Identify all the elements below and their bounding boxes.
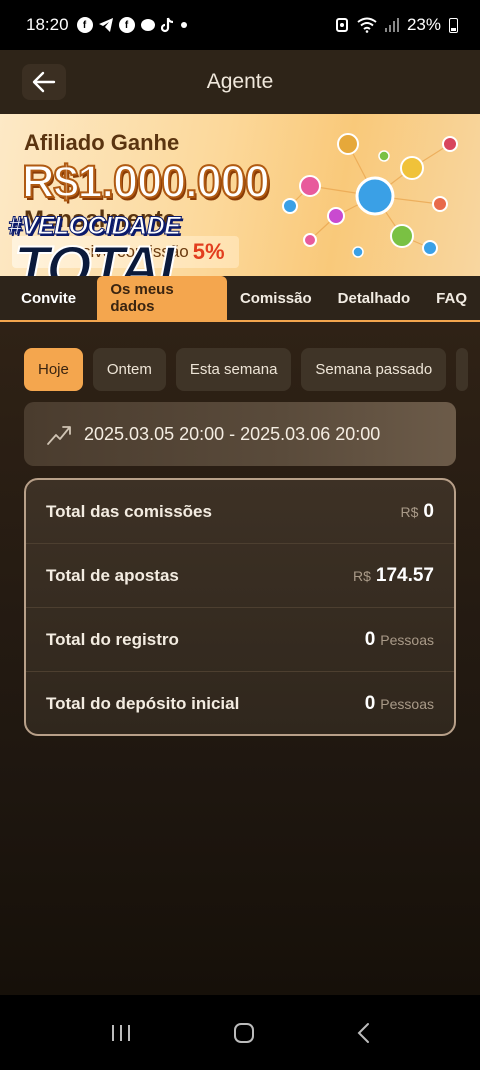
stat-value: R$ 0 xyxy=(401,501,434,523)
stat-row: Total de apostas R$ 174.57 xyxy=(26,544,454,608)
network-illustration xyxy=(282,133,458,258)
notification-icons: f f xyxy=(76,17,188,33)
stat-number: 0 xyxy=(364,628,376,650)
chip-more[interactable] xyxy=(456,348,469,391)
stat-label: Total das comissões xyxy=(46,501,212,521)
system-nav-bar xyxy=(0,995,480,1070)
currency-symbol: R$ xyxy=(352,567,371,584)
home-icon[interactable] xyxy=(233,1022,255,1044)
currency-symbol: R$ xyxy=(400,503,419,520)
banner-commission-rate: 5% xyxy=(192,239,225,264)
stat-label: Total do registro xyxy=(46,629,179,649)
stat-number: 0 xyxy=(364,693,376,714)
stat-value: 0 Pessoas xyxy=(365,693,434,715)
tab-detalhado[interactable]: Detalhado xyxy=(325,276,424,320)
stat-row: Total do registro 0 Pessoas xyxy=(26,608,454,672)
trend-up-icon xyxy=(47,426,71,445)
header: Agente xyxy=(0,50,480,114)
chip-esta-semana[interactable]: Esta semana xyxy=(175,348,292,391)
stat-value: R$ 174.57 xyxy=(353,565,434,587)
banner-amount: R$1.000.000 xyxy=(21,155,271,208)
tab-faq[interactable]: FAQ xyxy=(423,276,480,320)
stat-label: Total do depósito inicial xyxy=(46,694,240,713)
status-time: 18:20 xyxy=(26,15,69,34)
date-range-text: 2025.03.05 20:00 - 2025.03.06 20:00 xyxy=(84,423,381,444)
tab-os-meus-dados[interactable]: Os meus dados xyxy=(97,276,227,320)
signal-icon xyxy=(384,18,399,32)
messenger-icon xyxy=(140,19,155,31)
tiktok-icon xyxy=(160,17,173,33)
battery-percent: 23% xyxy=(406,15,441,34)
chip-ontem[interactable]: Ontem xyxy=(92,348,166,391)
dot-icon xyxy=(180,22,187,28)
date-range[interactable]: 2025.03.05 20:00 - 2025.03.06 20:00 xyxy=(24,402,456,466)
tab-comissao[interactable]: Comissão xyxy=(227,276,325,320)
telegram-icon xyxy=(98,18,113,32)
tab-bar: Convite Os meus dados Comissão Detalhado… xyxy=(0,276,480,322)
banner-line1: Afiliado Ganhe xyxy=(24,130,180,155)
back-button[interactable] xyxy=(22,64,66,100)
stat-number: 0 xyxy=(423,500,434,522)
recent-apps-icon[interactable] xyxy=(110,1023,132,1043)
stat-label: Total de apostas xyxy=(46,565,179,585)
app-screen: Agente Afiliado Ganhe R$1.000.000 Mensal… xyxy=(0,50,480,995)
period-filter: Hoje Ontem Esta semana Semana passado xyxy=(24,348,469,391)
stat-unit: Pessoas xyxy=(380,631,434,648)
status-bar: 18:20 f f 23% xyxy=(0,0,480,50)
page-title: Agente xyxy=(206,70,274,93)
facebook-icon: f xyxy=(118,17,135,33)
stat-value: 0 Pessoas xyxy=(365,629,434,651)
stat-row: Total do depósito inicial 0 Pessoas xyxy=(26,672,454,734)
chip-semana-passado[interactable]: Semana passado xyxy=(301,348,447,391)
tab-convite[interactable]: Convite xyxy=(0,276,97,320)
stats-panel: Total das comissões R$ 0 Total de aposta… xyxy=(24,478,456,736)
stat-number: 174.57 xyxy=(375,564,434,586)
stat-row: Total das comissões R$ 0 xyxy=(26,480,454,544)
battery-icon xyxy=(449,17,458,33)
nfc-icon xyxy=(335,18,348,32)
facebook-icon: f xyxy=(76,17,93,33)
wifi-icon xyxy=(357,17,377,33)
back-nav-icon[interactable] xyxy=(356,1022,370,1044)
stat-unit: Pessoas xyxy=(380,696,434,712)
chip-hoje[interactable]: Hoje xyxy=(24,348,83,391)
arrow-left-icon xyxy=(32,71,56,93)
